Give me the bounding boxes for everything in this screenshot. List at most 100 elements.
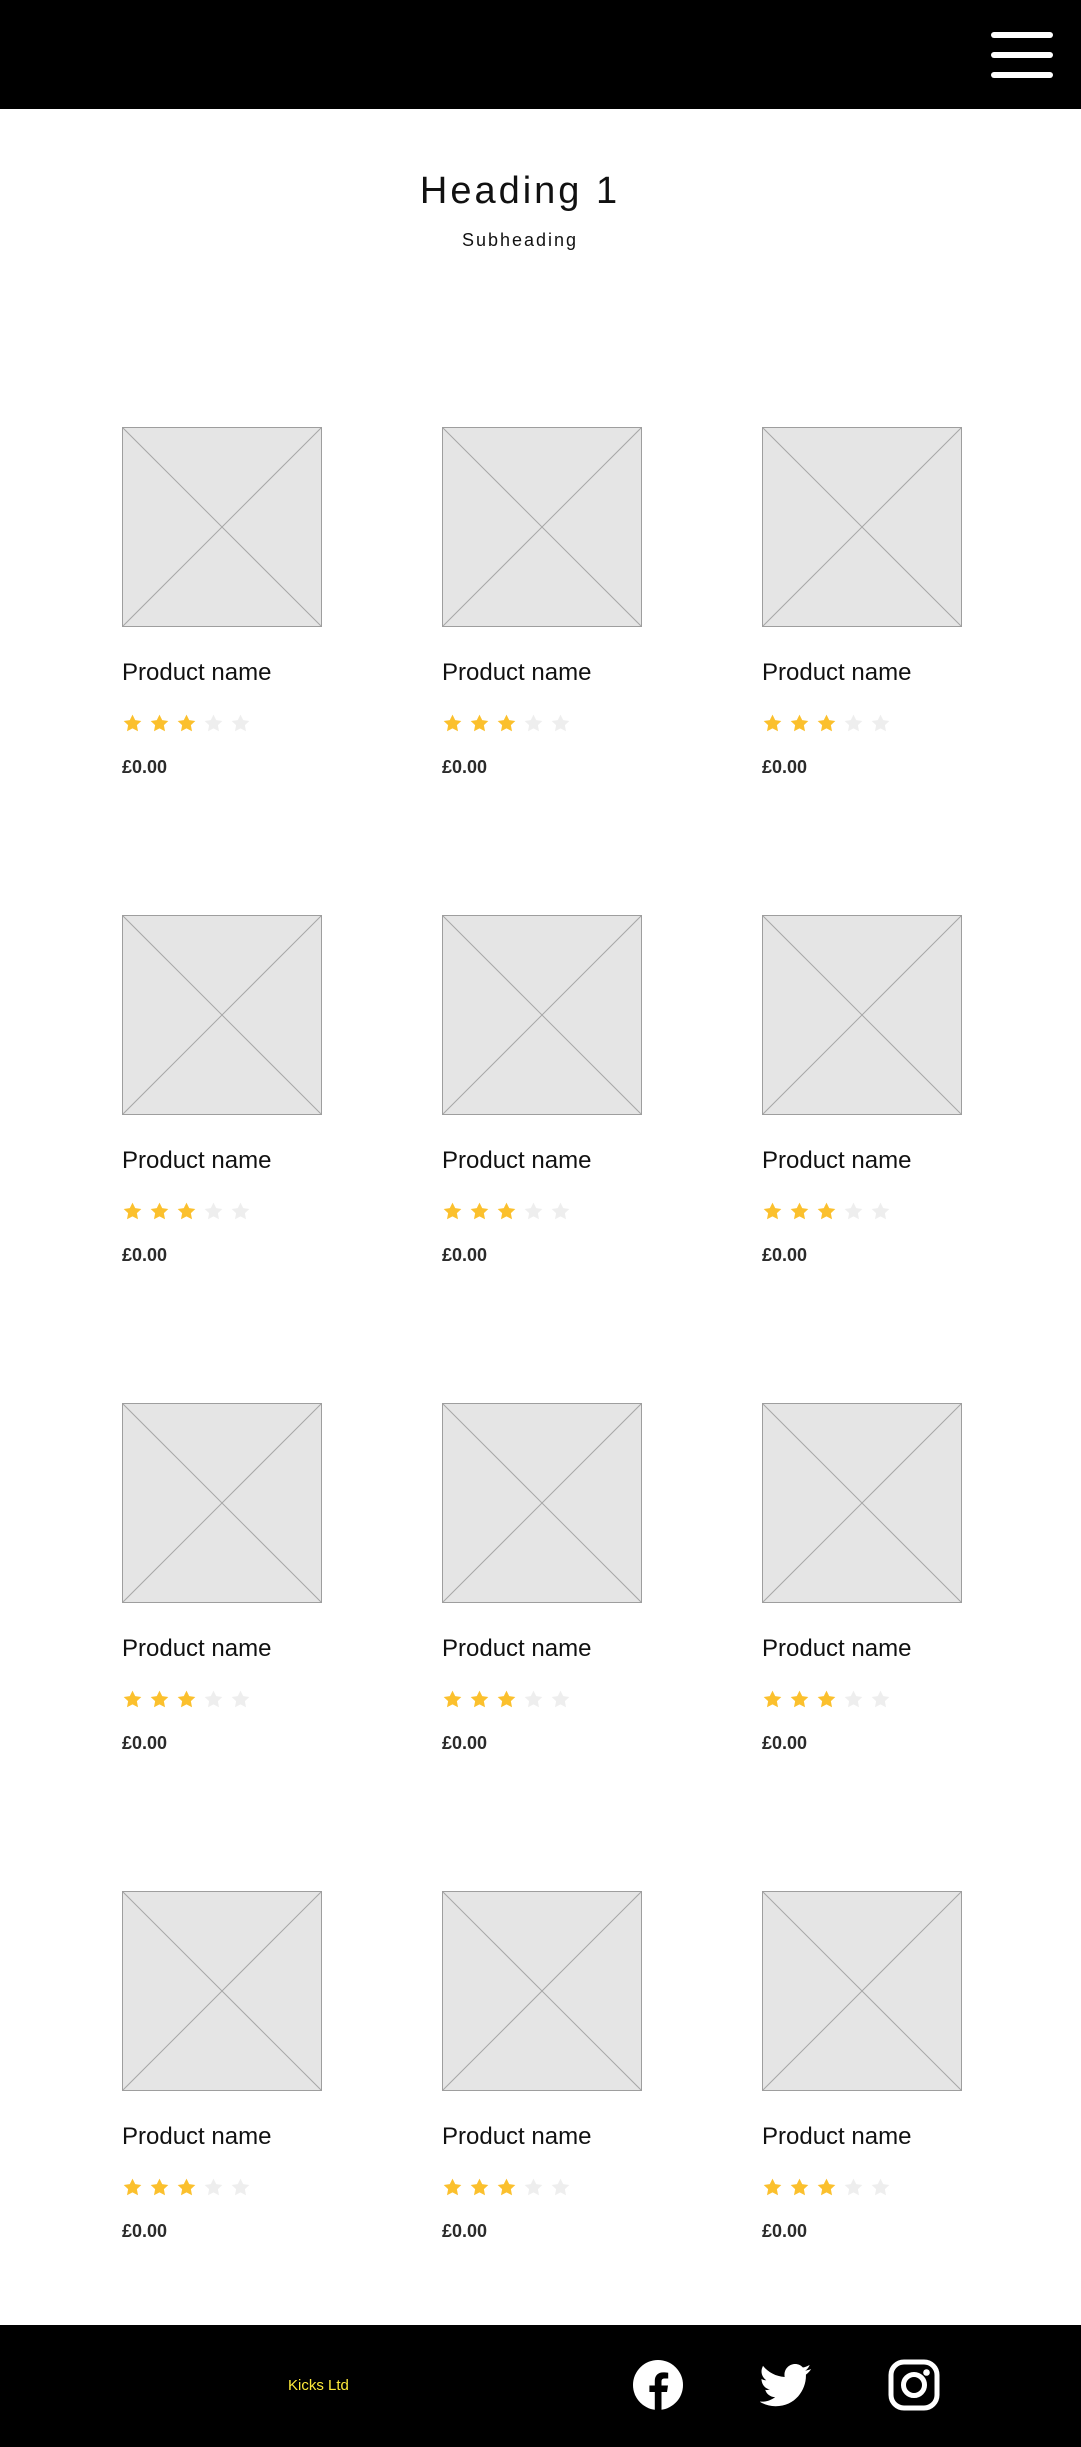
menu-line [991, 32, 1053, 38]
star-filled-icon [470, 714, 489, 732]
star-filled-icon [470, 1690, 489, 1708]
product-name[interactable]: Product name [762, 1147, 1062, 1175]
product-name[interactable]: Product name [762, 1635, 1062, 1663]
star-empty-icon [204, 1690, 223, 1708]
product-price: £0.00 [762, 2221, 808, 2241]
star-filled-icon [763, 1690, 782, 1708]
star-filled-icon [497, 714, 516, 732]
product-name[interactable]: Product name [442, 2123, 742, 2151]
product-card[interactable]: Product name £0.00 [762, 1891, 962, 2251]
star-filled-icon [177, 2178, 196, 2196]
star-filled-icon [123, 2178, 142, 2196]
star-rating [762, 2177, 891, 2201]
product-name[interactable]: Product name [122, 1147, 422, 1175]
product-name[interactable]: Product name [762, 659, 1062, 687]
star-filled-icon [123, 714, 142, 732]
product-card[interactable]: Product name £0.00 [122, 1403, 322, 1763]
star-empty-icon [231, 1690, 250, 1708]
star-filled-icon [497, 1202, 516, 1220]
star-filled-icon [817, 2178, 836, 2196]
product-name[interactable]: Product name [442, 1635, 742, 1663]
star-filled-icon [443, 1690, 462, 1708]
product-card[interactable]: Product name £0.00 [762, 915, 962, 1275]
product-image-placeholder[interactable] [762, 1891, 962, 2091]
product-price: £0.00 [122, 1245, 168, 1265]
star-filled-icon [790, 1202, 809, 1220]
twitter-icon[interactable] [760, 2359, 812, 2411]
star-empty-icon [844, 1690, 863, 1708]
product-card[interactable]: Product name £0.00 [122, 1891, 322, 2251]
product-name[interactable]: Product name [122, 659, 422, 687]
product-card[interactable]: Product name £0.00 [442, 427, 642, 787]
product-card[interactable]: Product name £0.00 [442, 915, 642, 1275]
star-filled-icon [817, 714, 836, 732]
star-filled-icon [150, 714, 169, 732]
star-rating [122, 2177, 251, 2201]
product-price: £0.00 [122, 1733, 168, 1753]
facebook-icon[interactable] [632, 2359, 684, 2411]
star-filled-icon [443, 714, 462, 732]
product-image-placeholder[interactable] [122, 427, 322, 627]
product-image-placeholder[interactable] [762, 915, 962, 1115]
product-image-placeholder[interactable] [122, 915, 322, 1115]
footer-brand: Kicks Ltd [288, 2377, 349, 2394]
hamburger-menu-icon[interactable] [991, 32, 1053, 78]
product-name[interactable]: Product name [442, 659, 742, 687]
star-rating [122, 1201, 251, 1225]
star-empty-icon [844, 2178, 863, 2196]
product-image-placeholder[interactable] [442, 915, 642, 1115]
product-card[interactable]: Product name £0.00 [122, 915, 322, 1275]
star-rating [762, 1201, 891, 1225]
star-rating [122, 1689, 251, 1713]
star-filled-icon [123, 1202, 142, 1220]
star-filled-icon [763, 714, 782, 732]
star-empty-icon [871, 714, 890, 732]
product-card[interactable]: Product name £0.00 [442, 1891, 642, 2251]
product-card[interactable]: Product name £0.00 [122, 427, 322, 787]
menu-line [991, 52, 1053, 58]
star-filled-icon [177, 714, 196, 732]
page-heading: Heading 1 [419, 170, 621, 212]
star-filled-icon [150, 1202, 169, 1220]
top-nav-bar [0, 0, 1081, 109]
product-name[interactable]: Product name [122, 2123, 422, 2151]
star-filled-icon [497, 1690, 516, 1708]
star-empty-icon [524, 1202, 543, 1220]
star-empty-icon [204, 1202, 223, 1220]
star-rating [442, 1689, 571, 1713]
star-empty-icon [231, 1202, 250, 1220]
product-name[interactable]: Product name [122, 1635, 422, 1663]
star-rating [442, 713, 571, 737]
star-rating [122, 713, 251, 737]
product-image-placeholder[interactable] [122, 1403, 322, 1603]
product-image-placeholder[interactable] [122, 1891, 322, 2091]
product-image-placeholder[interactable] [442, 1891, 642, 2091]
page-subheading: Subheading [461, 230, 579, 250]
product-card[interactable]: Product name £0.00 [762, 427, 962, 787]
star-filled-icon [763, 1202, 782, 1220]
product-image-placeholder[interactable] [762, 1403, 962, 1603]
product-name[interactable]: Product name [442, 1147, 742, 1175]
product-card[interactable]: Product name £0.00 [762, 1403, 962, 1763]
star-filled-icon [150, 2178, 169, 2196]
product-image-placeholder[interactable] [442, 1403, 642, 1603]
star-rating [762, 713, 891, 737]
star-empty-icon [551, 1690, 570, 1708]
star-rating [762, 1689, 891, 1713]
product-image-placeholder[interactable] [762, 427, 962, 627]
star-empty-icon [524, 714, 543, 732]
product-price: £0.00 [442, 1245, 488, 1265]
star-rating [442, 1201, 571, 1225]
product-card[interactable]: Product name £0.00 [442, 1403, 642, 1763]
star-empty-icon [204, 714, 223, 732]
star-empty-icon [551, 714, 570, 732]
star-filled-icon [470, 2178, 489, 2196]
product-image-placeholder[interactable] [442, 427, 642, 627]
product-price: £0.00 [762, 1733, 808, 1753]
product-name[interactable]: Product name [762, 2123, 1062, 2151]
instagram-icon[interactable] [888, 2359, 940, 2411]
star-empty-icon [551, 1202, 570, 1220]
star-empty-icon [524, 1690, 543, 1708]
product-price: £0.00 [122, 757, 168, 777]
star-empty-icon [204, 2178, 223, 2196]
